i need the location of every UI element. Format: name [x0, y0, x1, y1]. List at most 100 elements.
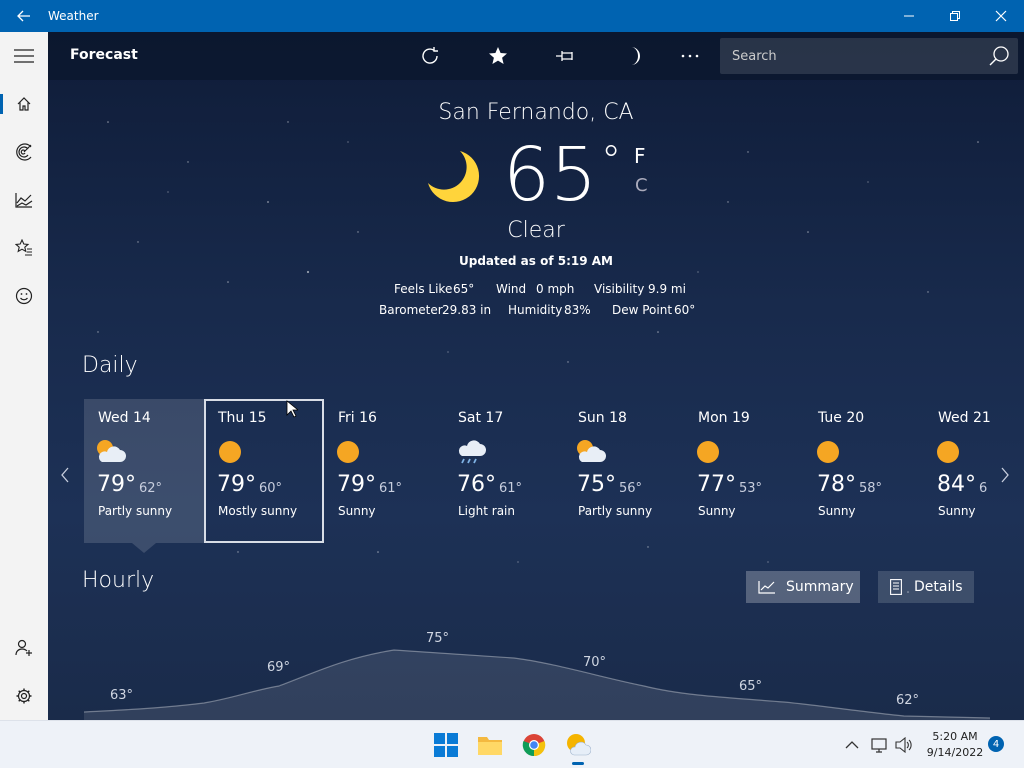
network-button[interactable]	[870, 735, 890, 755]
barometer-label: Barometer	[379, 303, 443, 317]
day-condition: Sunny	[818, 504, 856, 518]
sun-icon	[697, 441, 719, 463]
day-card-wed-21[interactable]: Wed 21 84° 6 Sunny	[924, 399, 1000, 543]
hourly-temp-label: 62°	[896, 693, 920, 708]
day-low: 56°	[619, 481, 643, 496]
humidity-label: Humidity	[508, 303, 563, 317]
sun-icon	[219, 441, 241, 463]
nav-item-account[interactable]	[0, 628, 48, 668]
nav-item-favorites[interactable]	[0, 228, 48, 268]
updated-time: Updated as of 5:19 AM	[459, 254, 613, 268]
close-icon	[995, 10, 1007, 22]
restore-icon	[950, 11, 960, 21]
day-low: 62°	[139, 481, 163, 496]
day-card-wed-14[interactable]: Wed 14 79° 62° Partly sunny	[84, 399, 204, 553]
speaker-icon	[895, 737, 912, 753]
chevron-left-icon	[61, 467, 69, 483]
chrome-icon	[522, 734, 546, 757]
partly-sunny-icon	[577, 440, 606, 462]
day-high: 84°	[937, 472, 976, 497]
day-card-tue-20[interactable]: Tue 20 78° 58° Sunny	[804, 399, 924, 543]
back-button[interactable]	[0, 0, 48, 32]
daily-section-title: Daily	[82, 353, 138, 378]
restore-button[interactable]	[932, 0, 978, 32]
title-bar: Weather	[0, 0, 1024, 32]
feels-like-label: Feels Like	[394, 282, 453, 296]
current-condition: Clear	[507, 218, 565, 243]
add-user-icon	[15, 639, 32, 656]
minimize-button[interactable]	[886, 0, 932, 32]
line-chart-icon	[758, 581, 775, 594]
day-name: Thu 15	[218, 410, 267, 426]
details-button[interactable]: Details	[878, 571, 974, 603]
day-name: Tue 20	[818, 410, 865, 426]
day-card-sun-18[interactable]: Sun 18 75° 56° Partly sunny	[564, 399, 684, 543]
day-condition: Partly sunny	[98, 504, 173, 518]
day-low: 61°	[379, 481, 403, 496]
day-low: 61°	[499, 481, 523, 496]
hourly-temp-label: 65°	[739, 679, 763, 694]
summary-button[interactable]: Summary	[746, 571, 860, 603]
search-icon[interactable]	[988, 45, 1010, 67]
start-button[interactable]	[430, 729, 462, 761]
daily-prev-arrow[interactable]	[60, 467, 70, 487]
hamburger-icon	[14, 49, 34, 63]
day-card-mon-19[interactable]: Mon 19 77° 53° Sunny	[684, 399, 804, 543]
day-high: 79°	[97, 472, 136, 497]
day-high: 78°	[817, 472, 856, 497]
weather-app-button[interactable]	[562, 729, 594, 765]
pin-button[interactable]	[554, 44, 578, 68]
nav-item-historical[interactable]	[0, 180, 48, 220]
day-high: 77°	[697, 472, 736, 497]
day-card-thu-15[interactable]: Thu 15 79° 60° Mostly sunny	[204, 399, 324, 543]
file-explorer-button[interactable]	[474, 729, 506, 761]
day-high: 75°	[577, 472, 616, 497]
wind-value: 0 mph	[536, 282, 575, 296]
mouse-cursor-icon	[286, 400, 298, 418]
hourly-section-title: Hourly	[82, 568, 155, 593]
home-icon	[17, 97, 31, 111]
more-options-button[interactable]	[678, 44, 702, 68]
moon-icon	[631, 47, 640, 65]
favorite-button[interactable]	[486, 44, 510, 68]
show-hidden-icons-button[interactable]	[842, 735, 862, 755]
feels-like-value: 65°	[453, 282, 475, 296]
network-icon	[871, 738, 887, 753]
radar-icon	[16, 143, 32, 161]
volume-button[interactable]	[894, 735, 914, 755]
unit-fahrenheit[interactable]: F	[634, 144, 646, 168]
system-clock[interactable]: 5:20 AM 9/14/2022	[920, 729, 990, 761]
chrome-button[interactable]	[518, 729, 550, 761]
clock-date: 9/14/2022	[926, 746, 984, 759]
day-low: 60°	[259, 481, 283, 496]
refresh-button[interactable]	[418, 44, 442, 68]
refresh-icon	[422, 47, 438, 64]
day-card-fri-16[interactable]: Fri 16 79° 61° Sunny	[324, 399, 444, 543]
folder-icon	[478, 737, 502, 755]
day-condition: Light rain	[458, 504, 515, 518]
close-button[interactable]	[978, 0, 1024, 32]
day-card-sat-17[interactable]: Sat 17 76° 61° Light rain	[444, 399, 564, 543]
chart-icon	[15, 193, 33, 208]
day-condition: Sunny	[938, 504, 976, 518]
search-input[interactable]	[720, 48, 970, 64]
day-condition: Sunny	[698, 504, 736, 518]
pin-icon	[556, 51, 573, 61]
nav-item-life[interactable]	[0, 276, 48, 316]
nav-item-settings[interactable]	[0, 676, 48, 716]
night-mode-button[interactable]	[622, 44, 646, 68]
daily-next-arrow[interactable]	[1000, 467, 1010, 487]
selection-pointer	[132, 543, 156, 553]
hamburger-menu-button[interactable]	[0, 36, 48, 76]
light-rain-icon	[458, 440, 486, 464]
nav-item-maps[interactable]	[0, 132, 48, 172]
partly-sunny-icon	[97, 440, 126, 462]
notification-badge[interactable]: 4	[988, 736, 1004, 752]
day-low: 53°	[739, 481, 763, 496]
nav-item-forecast[interactable]	[0, 84, 48, 124]
star-icon	[489, 47, 507, 64]
day-high: 79°	[337, 472, 376, 497]
minimize-icon	[904, 15, 914, 17]
unit-celsius[interactable]: C	[635, 175, 648, 196]
command-bar: Forecast	[48, 32, 1024, 80]
